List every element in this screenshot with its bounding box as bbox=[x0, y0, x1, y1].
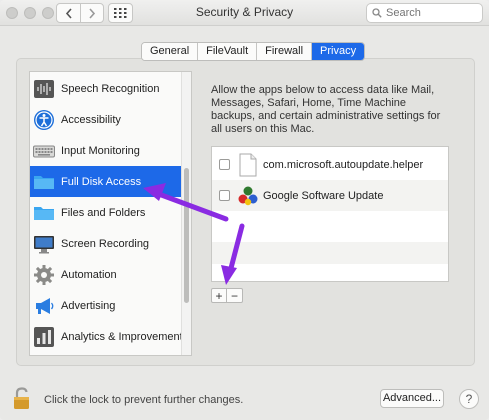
sidebar-item-label: Speech Recognition bbox=[61, 82, 160, 95]
full-disk-access-description: Allow the apps below to access data like… bbox=[211, 84, 441, 135]
document-icon bbox=[237, 153, 259, 177]
lock-icon[interactable] bbox=[13, 387, 33, 411]
sidebar-scrollbar[interactable] bbox=[181, 72, 191, 355]
bar-chart-icon bbox=[33, 326, 55, 348]
app-checkbox[interactable] bbox=[219, 190, 230, 201]
search-field[interactable] bbox=[366, 3, 483, 23]
sidebar-item-files-and-folders[interactable]: Files and Folders bbox=[30, 197, 182, 228]
list-item-microsoft-autoupdate[interactable]: com.microsoft.autoupdate.helper bbox=[212, 149, 448, 180]
gear-icon bbox=[33, 264, 55, 286]
sidebar-item-label: Accessibility bbox=[61, 113, 121, 126]
app-list[interactable]: com.microsoft.autoupdate.helper Google S… bbox=[211, 146, 449, 282]
accessibility-icon bbox=[33, 109, 55, 131]
tab-general[interactable]: General bbox=[142, 43, 199, 60]
megaphone-icon bbox=[33, 295, 55, 317]
app-name: Google Software Update bbox=[263, 189, 384, 202]
tab-bar: General FileVault Firewall Privacy bbox=[141, 42, 366, 61]
sidebar-item-accessibility[interactable]: Accessibility bbox=[30, 104, 182, 135]
sidebar-item-label: Full Disk Access bbox=[61, 175, 142, 188]
security-privacy-window: Security & Privacy General FileVault Fir… bbox=[0, 0, 489, 420]
add-app-button[interactable]: + bbox=[211, 288, 227, 303]
tab-privacy[interactable]: Privacy bbox=[312, 43, 365, 60]
sidebar-item-label: Analytics & Improvements bbox=[61, 330, 189, 343]
remove-app-button[interactable]: − bbox=[226, 288, 243, 303]
search-input[interactable] bbox=[386, 7, 476, 19]
sidebar-item-analytics-improvements[interactable]: Analytics & Improvements bbox=[30, 321, 188, 352]
search-icon bbox=[372, 8, 382, 18]
tab-firewall[interactable]: Firewall bbox=[257, 43, 313, 60]
folder-icon bbox=[33, 171, 55, 193]
sidebar-item-label: Input Monitoring bbox=[61, 144, 140, 157]
waveform-icon bbox=[33, 78, 55, 100]
google-update-icon bbox=[237, 184, 259, 208]
sidebar-item-label: Advertising bbox=[61, 299, 116, 312]
sidebar-item-speech-recognition[interactable]: Speech Recognition bbox=[30, 73, 182, 104]
sidebar-item-full-disk-access[interactable]: Full Disk Access bbox=[30, 166, 182, 197]
privacy-category-list[interactable]: Speech Recognition Accessibility Input M… bbox=[29, 71, 192, 356]
app-checkbox[interactable] bbox=[219, 159, 230, 170]
folder-icon bbox=[33, 202, 55, 224]
sidebar-item-screen-recording[interactable]: Screen Recording bbox=[30, 228, 182, 259]
sidebar-item-label: Screen Recording bbox=[61, 237, 150, 250]
sidebar-item-automation[interactable]: Automation bbox=[30, 259, 182, 290]
sidebar-item-input-monitoring[interactable]: Input Monitoring bbox=[30, 135, 182, 166]
tab-filevault[interactable]: FileVault bbox=[198, 43, 258, 60]
app-name: com.microsoft.autoupdate.helper bbox=[263, 158, 424, 171]
title-bar: Security & Privacy bbox=[0, 0, 489, 26]
keyboard-icon bbox=[33, 140, 55, 162]
help-button[interactable]: ? bbox=[459, 389, 479, 409]
display-icon bbox=[33, 233, 55, 255]
list-empty-row bbox=[212, 242, 448, 264]
list-item-google-software-update[interactable]: Google Software Update bbox=[212, 180, 448, 211]
sidebar-item-advertising[interactable]: Advertising bbox=[30, 290, 182, 321]
advanced-button[interactable]: Advanced... bbox=[380, 389, 444, 408]
sidebar-item-label: Files and Folders bbox=[61, 206, 146, 219]
sidebar-scroll-thumb[interactable] bbox=[184, 168, 189, 303]
lock-message: Click the lock to prevent further change… bbox=[44, 394, 244, 406]
sidebar-item-label: Automation bbox=[61, 268, 117, 281]
